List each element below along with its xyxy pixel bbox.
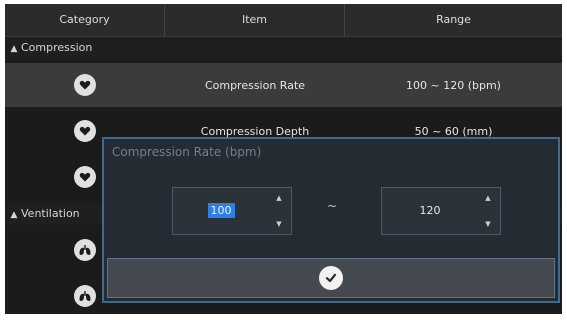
increment-arrow-icon[interactable]: ▲ <box>276 194 281 202</box>
heart-icon <box>74 120 96 142</box>
min-value-field[interactable]: 100 <box>173 188 269 234</box>
min-value-text[interactable]: 100 <box>207 203 235 218</box>
max-value-field[interactable]: 120 <box>382 188 478 234</box>
header-range[interactable]: Range <box>345 4 562 36</box>
table-header: Category Item Range <box>5 4 562 37</box>
checkmark-icon <box>319 266 343 290</box>
row-item: Compression Rate <box>204 78 306 92</box>
table-row[interactable]: Compression Rate 100 ~ 120 (bpm) <box>5 63 562 107</box>
row-item: Compression Depth <box>200 124 310 138</box>
dialog-title: Compression Rate (bpm) <box>112 145 262 159</box>
heart-icon <box>74 74 96 96</box>
heart-icon <box>74 166 96 188</box>
max-value-spinner[interactable]: 120 ▲ ▼ <box>381 187 501 235</box>
confirm-button[interactable] <box>107 258 555 298</box>
min-value-spinner[interactable]: 100 ▲ ▼ <box>172 187 292 235</box>
decrement-arrow-icon[interactable]: ▼ <box>485 220 490 228</box>
lungs-icon <box>74 285 96 307</box>
header-category[interactable]: Category <box>5 4 165 36</box>
group-label: Ventilation <box>21 207 80 220</box>
collapse-caret-icon[interactable]: ▲ <box>7 204 21 226</box>
group-compression[interactable]: ▲ Compression <box>5 37 562 59</box>
collapse-caret-icon[interactable]: ▲ <box>7 38 21 60</box>
decrement-arrow-icon[interactable]: ▼ <box>276 220 281 228</box>
increment-arrow-icon[interactable]: ▲ <box>485 194 490 202</box>
header-item[interactable]: Item <box>165 4 345 36</box>
row-range: 100 ~ 120 (bpm) <box>406 78 501 92</box>
row-range: 50 ~ 60 (mm) <box>414 124 493 138</box>
lungs-icon <box>74 239 96 261</box>
group-label: Compression <box>21 41 93 54</box>
range-edit-dialog: Compression Rate (bpm) 100 ▲ ▼ ~ 120 ▲ ▼ <box>102 137 560 303</box>
range-separator: ~ <box>327 199 338 213</box>
